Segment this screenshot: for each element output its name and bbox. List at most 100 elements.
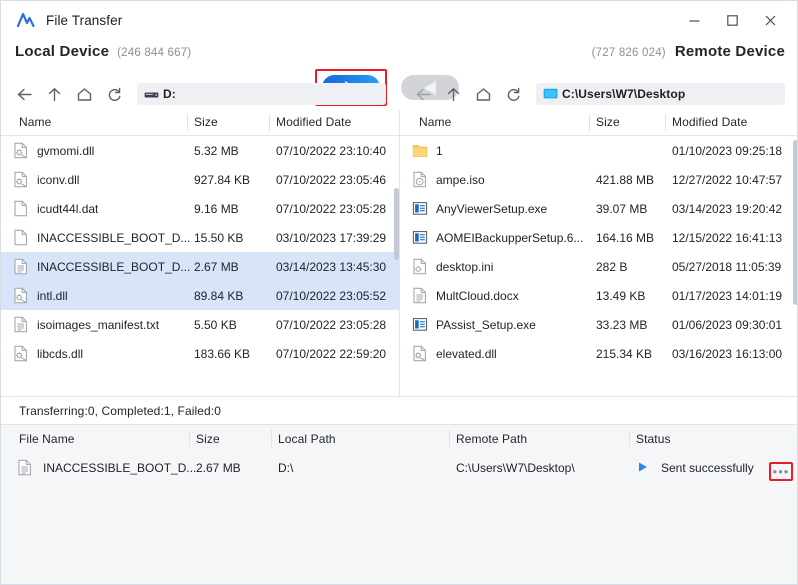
table-row[interactable]: desktop.ini 282 B 05/27/2018 11:05:39 xyxy=(400,252,797,281)
remote-col-date[interactable]: Modified Date xyxy=(672,115,747,129)
local-col-date[interactable]: Modified Date xyxy=(276,115,351,129)
file-modified-date: 05/27/2018 11:05:39 xyxy=(672,259,782,274)
transfer-table-body: INACCESSIBLE_BOOT_D... 2.67 MB D:\ C:\Users… xyxy=(1,453,797,483)
local-col-size[interactable]: Size xyxy=(194,115,218,129)
dll-file-icon xyxy=(13,287,29,304)
transfer-status-text: Sent successfully xyxy=(661,461,754,475)
file-modified-date: 01/17/2023 14:01:19 xyxy=(672,288,783,303)
file-name: iconv.dll xyxy=(37,172,80,187)
close-button[interactable] xyxy=(751,5,789,35)
maximize-button[interactable] xyxy=(713,5,751,35)
table-row[interactable]: icudt44l.dat 9.16 MB 07/10/2022 23:05:28 xyxy=(1,194,399,223)
file-modified-date: 03/14/2023 19:20:42 xyxy=(672,201,783,216)
table-row[interactable]: MultCloud.docx 13.49 KB 01/17/2023 14:01:1… xyxy=(400,281,797,310)
table-row[interactable]: 1 01/10/2023 09:25:18 xyxy=(400,136,797,165)
table-row[interactable]: INACCESSIBLE_BOOT_D... 15.50 KB 03/10/2023… xyxy=(1,223,399,252)
file-size: 421.88 MB xyxy=(596,172,655,187)
exe-file-icon xyxy=(412,229,428,246)
remote-path-input[interactable]: C:\Users\W7\Desktop xyxy=(536,83,785,105)
exe-file-icon xyxy=(412,316,428,333)
remote-col-size[interactable]: Size xyxy=(596,115,620,129)
table-row[interactable]: intl.dll 89.84 KB 07/10/2022 23:05:52 xyxy=(1,281,399,310)
blank-file-icon xyxy=(13,200,29,217)
local-file-list: gvmomi.dll 5.32 MB 07/10/2022 23:10:40 icon… xyxy=(1,136,399,368)
local-path-text: D: xyxy=(163,87,176,101)
file-modified-date: 03/14/2023 13:45:30 xyxy=(276,259,387,274)
file-modified-date: 07/10/2022 23:05:28 xyxy=(276,317,387,332)
minimize-button[interactable] xyxy=(675,5,713,35)
dll-file-icon xyxy=(13,345,29,362)
table-row[interactable]: PAssist_Setup.exe 33.23 MB 01/06/2023 09:3… xyxy=(400,310,797,339)
table-row[interactable]: iconv.dll 927.84 KB 07/10/2022 23:05:46 xyxy=(1,165,399,194)
table-row[interactable]: INACCESSIBLE_BOOT_D... 2.67 MB 03/14/2023 … xyxy=(1,252,399,281)
local-device-name: Local Device xyxy=(15,43,110,60)
table-row[interactable]: isoimages_manifest.txt 5.50 KB 07/10/2022 … xyxy=(1,310,399,339)
dll-file-icon xyxy=(412,345,428,362)
file-modified-date: 07/10/2022 23:05:46 xyxy=(276,172,387,187)
file-modified-date: 07/10/2022 23:05:28 xyxy=(276,201,387,216)
text-file-icon xyxy=(13,316,29,333)
xt-col-status[interactable]: Status xyxy=(636,432,671,446)
file-name: intl.dll xyxy=(37,288,68,303)
table-row[interactable]: libcds.dll 183.66 KB 07/10/2022 22:59:20 xyxy=(1,339,399,368)
remote-path-text: C:\Users\W7\Desktop xyxy=(562,87,686,101)
xt-col-local-path[interactable]: Local Path xyxy=(278,432,336,446)
table-row[interactable]: AOMEIBackupperSetup.6... 164.16 MB 12/15/2… xyxy=(400,223,797,252)
text-file-icon xyxy=(13,258,29,275)
xt-col-remote-path[interactable]: Remote Path xyxy=(456,432,527,446)
file-size: 183.66 KB xyxy=(194,346,251,361)
remote-home-icon[interactable] xyxy=(468,81,498,107)
local-back-icon[interactable] xyxy=(9,81,39,107)
xt-col-size[interactable]: Size xyxy=(196,432,220,446)
remote-column-headers: Name Size Modified Date xyxy=(400,110,797,136)
remote-col-name[interactable]: Name xyxy=(419,115,451,129)
local-scrollbar-thumb[interactable] xyxy=(394,188,399,260)
remote-up-icon[interactable] xyxy=(438,81,468,107)
remote-back-icon[interactable] xyxy=(408,81,438,107)
transfer-table-headers: File Name Size Local Path Remote Path St… xyxy=(1,425,797,453)
text-file-icon xyxy=(412,287,428,304)
file-name: elevated.dll xyxy=(436,346,497,361)
local-device-id: (246 844 667) xyxy=(117,47,192,59)
file-name: INACCESSIBLE_BOOT_D... xyxy=(37,230,191,245)
transfer-table-row[interactable]: INACCESSIBLE_BOOT_D... 2.67 MB D:\ C:\Users… xyxy=(1,453,797,483)
local-col-name[interactable]: Name xyxy=(19,115,51,129)
local-refresh-icon[interactable] xyxy=(99,81,129,107)
file-size: 5.50 KB xyxy=(194,317,237,332)
table-row[interactable]: AnyViewerSetup.exe 39.07 MB 03/14/2023 19:… xyxy=(400,194,797,223)
window-controls xyxy=(675,1,797,39)
row-actions-highlight: ••• xyxy=(769,462,793,481)
title-bar: File Transfer xyxy=(1,1,797,39)
remote-refresh-icon[interactable] xyxy=(498,81,528,107)
blank-file-icon xyxy=(13,229,29,246)
exe-file-icon xyxy=(412,200,428,217)
local-home-icon[interactable] xyxy=(69,81,99,107)
file-name: isoimages_manifest.txt xyxy=(37,317,160,332)
table-row[interactable]: gvmomi.dll 5.32 MB 07/10/2022 23:10:40 xyxy=(1,136,399,165)
transfer-table: File Name Size Local Path Remote Path St… xyxy=(1,424,797,584)
column-divider xyxy=(187,114,188,131)
table-row[interactable]: elevated.dll 215.34 KB 03/16/2023 16:13:00 xyxy=(400,339,797,368)
file-browser-panes: Name Size Modified Date gvmomi.dll 5.32 M… xyxy=(1,110,797,396)
file-size: 89.84 KB xyxy=(194,288,244,303)
file-name: ampe.iso xyxy=(436,172,485,187)
remote-device-name: Remote Device xyxy=(674,43,785,60)
xt-col-file-name[interactable]: File Name xyxy=(19,432,75,446)
remote-scrollbar-thumb[interactable] xyxy=(793,140,797,305)
local-up-icon[interactable] xyxy=(39,81,69,107)
local-path-input[interactable]: D: xyxy=(137,83,386,105)
remote-device-header: (727 826 024) Remote Device xyxy=(592,43,785,60)
file-name: INACCESSIBLE_BOOT_D... xyxy=(37,259,191,274)
file-size: 282 B xyxy=(596,259,628,274)
transfer-status-summary: Transferring:0, Completed:1, Failed:0 xyxy=(19,403,222,418)
table-row[interactable]: ampe.iso 421.88 MB 12/27/2022 10:47:57 xyxy=(400,165,797,194)
local-file-pane: Name Size Modified Date gvmomi.dll 5.32 M… xyxy=(1,110,400,396)
file-name: AOMEIBackupperSetup.6... xyxy=(436,230,584,245)
transfer-local-path: D:\ xyxy=(278,461,294,475)
dll-file-icon xyxy=(13,171,29,188)
more-actions-button[interactable]: ••• xyxy=(773,465,790,478)
file-modified-date: 03/10/2023 17:39:29 xyxy=(276,230,387,245)
file-size: 13.49 KB xyxy=(596,288,646,303)
column-divider xyxy=(449,430,450,447)
file-size: 927.84 KB xyxy=(194,172,251,187)
